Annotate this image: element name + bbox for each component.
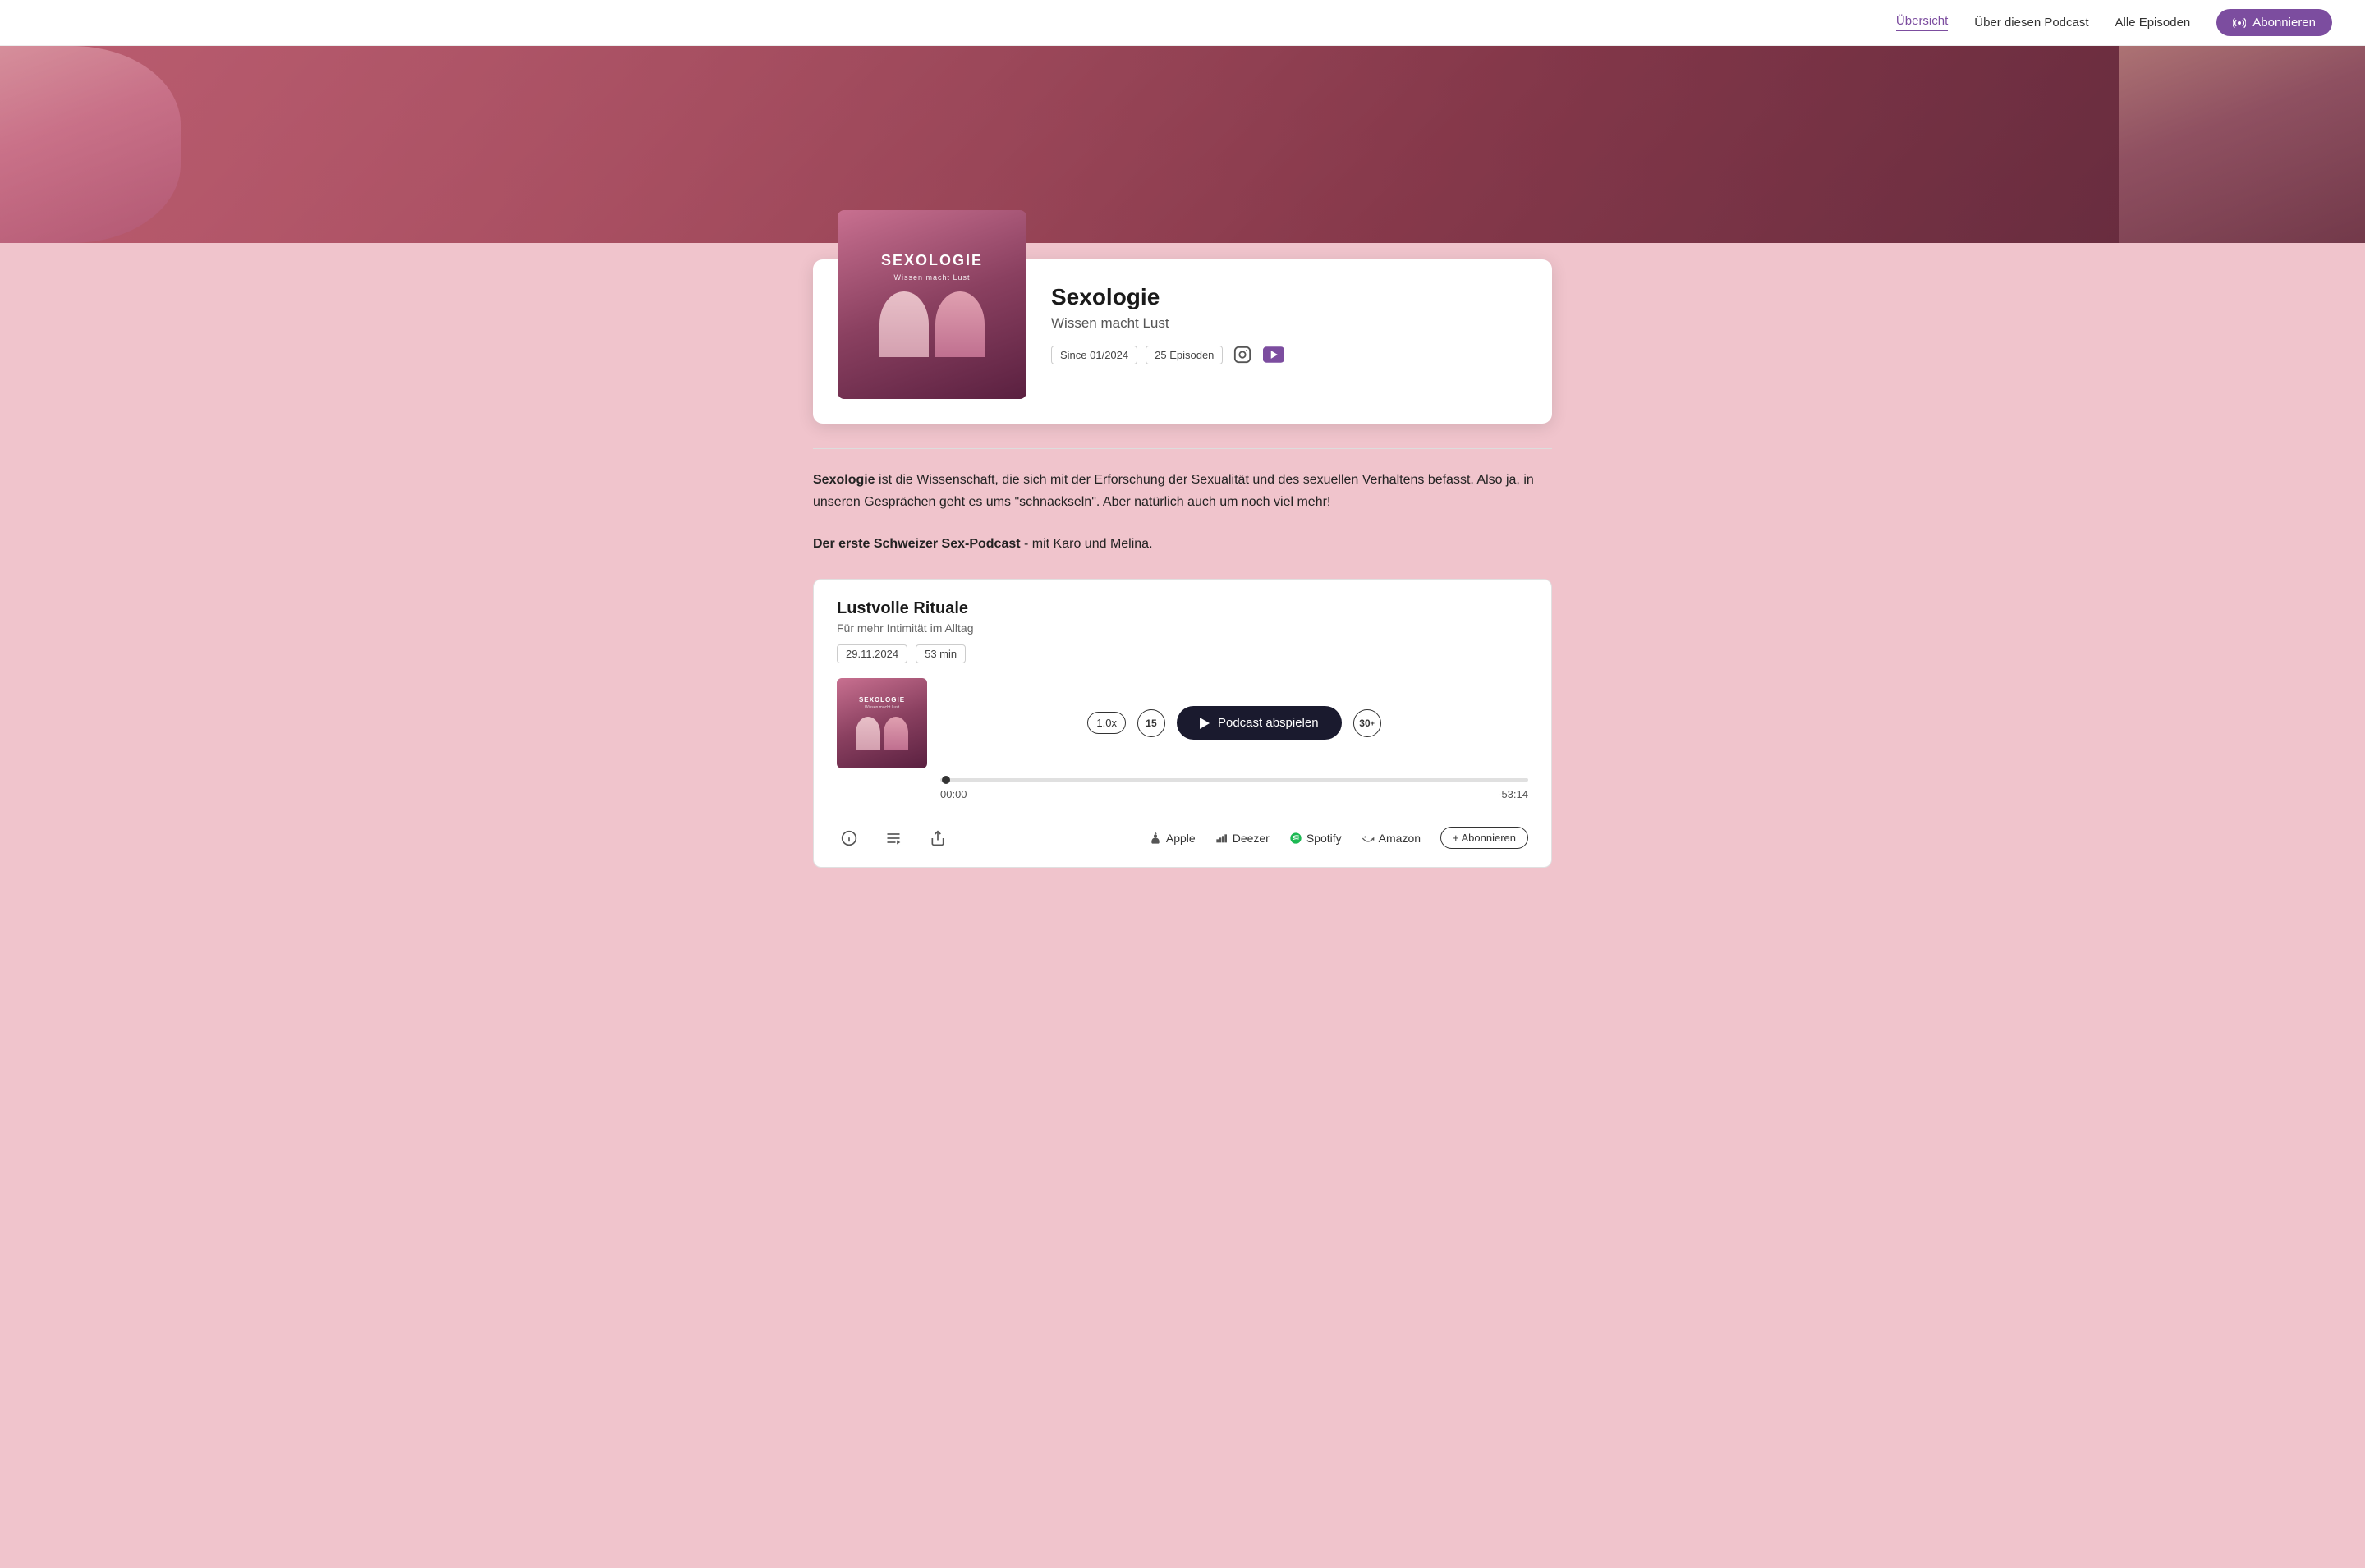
speed-button[interactable]: 1.0x — [1087, 712, 1126, 734]
spotify-icon — [1289, 832, 1302, 845]
progress-bar[interactable] — [940, 778, 1528, 782]
play-triangle-icon — [1200, 718, 1210, 729]
player-row: SEXOLOGIE Wissen macht Lust 1.0x 15 Podc… — [837, 678, 1528, 768]
time-current: 00:00 — [940, 788, 967, 800]
apple-label: Apple — [1166, 832, 1196, 845]
podcast-card: SEXOLOGIE Wissen macht Lust Sexologie Wi… — [813, 259, 1552, 424]
svg-text:a: a — [1364, 834, 1366, 838]
time-row: 00:00 -53:14 — [940, 788, 1528, 800]
cover-subtitle: Wissen macht Lust — [893, 273, 970, 282]
hero-face-decoration-left — [0, 46, 181, 243]
time-remaining: -53:14 — [1498, 788, 1528, 800]
episodes-badge: 25 Episoden — [1146, 346, 1223, 364]
episode-title: Lustvolle Rituale — [837, 599, 1528, 618]
podcast-cover-image: SEXOLOGIE Wissen macht Lust — [838, 210, 1026, 399]
skip-back-button[interactable]: 15 — [1137, 709, 1165, 737]
podcast-info: Sexologie Wissen macht Lust Since 01/202… — [1051, 276, 1527, 366]
spotify-platform-button[interactable]: Spotify — [1289, 832, 1342, 845]
episode-player: Lustvolle Rituale Für mehr Intimität im … — [813, 579, 1552, 868]
tagline-rest: - mit Karo und Melina. — [1021, 537, 1153, 551]
amazon-platform-button[interactable]: a Amazon — [1362, 832, 1421, 845]
progress-dot — [942, 776, 950, 784]
apple-icon — [1149, 832, 1162, 845]
play-label: Podcast abspielen — [1218, 716, 1319, 730]
podcast-tagline: Wissen macht Lust — [1051, 315, 1527, 332]
player-controls: 1.0x 15 Podcast abspielen 30 + — [940, 706, 1528, 740]
deezer-label: Deezer — [1233, 832, 1270, 845]
nav-subscribe-label: Abonnieren — [2252, 16, 2316, 30]
cover-title: SEXOLOGIE — [881, 252, 983, 270]
tagline-section: Der erste Schweizer Sex-Podcast - mit Ka… — [813, 533, 1552, 555]
figure-right — [935, 291, 985, 357]
deezer-icon — [1215, 832, 1228, 845]
nav-uebersicht[interactable]: Übersicht — [1896, 14, 1948, 31]
amazon-icon: a — [1362, 832, 1375, 845]
description-rest: ist die Wissenschaft, die sich mit der E… — [813, 473, 1534, 509]
youtube-icon[interactable] — [1262, 343, 1285, 366]
cover-figures — [879, 291, 985, 357]
since-badge: Since 01/2024 — [1051, 346, 1137, 364]
episode-duration-badge: 53 min — [916, 644, 966, 663]
instagram-icon[interactable] — [1231, 343, 1254, 366]
amazon-label: Amazon — [1379, 832, 1421, 845]
progress-container: 00:00 -53:14 — [940, 778, 1528, 800]
thumb-sub: Wissen macht Lust — [865, 705, 899, 710]
podcast-meta: Since 01/2024 25 Episoden — [1051, 343, 1527, 366]
hero-overlay — [0, 46, 2365, 243]
thumb-title: SEXOLOGIE — [859, 696, 905, 704]
playlist-button[interactable] — [881, 826, 906, 850]
navigation: Übersicht Über diesen Podcast Alle Episo… — [0, 0, 2365, 46]
info-button[interactable] — [837, 826, 861, 850]
skip-forward-label: 30 — [1359, 718, 1370, 729]
spotify-label: Spotify — [1306, 832, 1342, 845]
hero-face-decoration-right — [2119, 46, 2365, 243]
play-button[interactable]: Podcast abspielen — [1177, 706, 1342, 740]
episode-subtitle: Für mehr Intimität im Alltag — [837, 621, 1528, 635]
hero-banner — [0, 46, 2365, 243]
thumb-figure-right — [884, 717, 908, 750]
apple-platform-button[interactable]: Apple — [1149, 832, 1196, 845]
description-bold: Sexologie — [813, 473, 875, 487]
nav-episoden[interactable]: Alle Episoden — [2115, 16, 2191, 30]
main-content: Sexologie ist die Wissenschaft, die sich… — [813, 424, 1552, 892]
episode-subscribe-button[interactable]: + Abonnieren — [1440, 827, 1528, 849]
podcast-icon — [2233, 16, 2246, 30]
nav-subscribe-button[interactable]: Abonnieren — [2216, 9, 2332, 36]
episode-date-badge: 29.11.2024 — [837, 644, 907, 663]
figure-left — [879, 291, 929, 357]
bottom-bar: Apple Deezer Spoti — [837, 814, 1528, 850]
episode-meta-row: 29.11.2024 53 min — [837, 644, 1528, 663]
skip-forward-button[interactable]: 30 + — [1353, 709, 1381, 737]
skip-forward-plus: + — [1371, 719, 1375, 727]
podcast-title: Sexologie — [1051, 284, 1527, 310]
thumb-figure-left — [856, 717, 880, 750]
episode-thumbnail: SEXOLOGIE Wissen macht Lust — [837, 678, 927, 768]
episode-subscribe-label: + Abonnieren — [1453, 832, 1516, 844]
share-button[interactable] — [925, 826, 950, 850]
tagline-bold: Der erste Schweizer Sex-Podcast — [813, 537, 1021, 551]
description-text: Sexologie ist die Wissenschaft, die sich… — [813, 448, 1552, 513]
nav-ueber[interactable]: Über diesen Podcast — [1974, 16, 2088, 30]
deezer-platform-button[interactable]: Deezer — [1215, 832, 1270, 845]
